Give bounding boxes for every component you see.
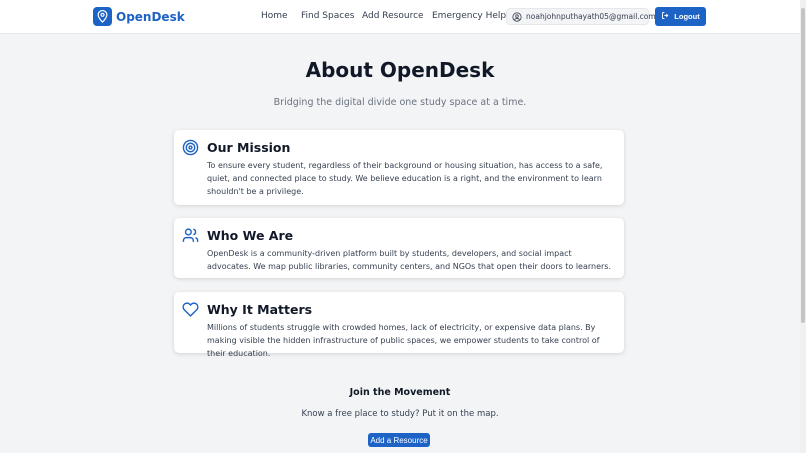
page-scrollbar[interactable] xyxy=(800,0,806,453)
user-email: noahjohnputhayath05@gmail.com xyxy=(526,12,656,21)
who-we-are-card: Who We Are OpenDesk is a community-drive… xyxy=(174,218,624,278)
map-pin-icon xyxy=(93,7,112,26)
card-title: Why It Matters xyxy=(207,302,313,317)
why-it-matters-card: Why It Matters Millions of students stru… xyxy=(174,292,624,358)
card-title: Who We Are xyxy=(207,228,294,243)
nav-link-home[interactable]: Home xyxy=(261,11,288,21)
navbar: OpenDesk Home Find Spaces Add Resource E… xyxy=(0,0,800,34)
nav-link-find-spaces[interactable]: Find Spaces xyxy=(301,11,354,21)
card-body: OpenDesk is a community-driven platform … xyxy=(207,249,612,271)
add-resource-button[interactable]: Add a Resource xyxy=(368,433,430,447)
target-icon xyxy=(182,139,199,156)
brand-name: OpenDesk xyxy=(116,9,185,24)
card-body: Millions of students struggle with crowd… xyxy=(207,323,600,358)
card-title: Our Mission xyxy=(207,140,291,155)
nav-link-add-resource[interactable]: Add Resource xyxy=(362,11,424,21)
logout-label: Logout xyxy=(674,12,700,21)
user-circle-icon xyxy=(512,7,522,26)
page-title: About OpenDesk xyxy=(305,58,495,82)
logout-button[interactable]: Logout xyxy=(655,7,706,26)
brand-logo[interactable]: OpenDesk xyxy=(93,7,185,26)
logout-icon xyxy=(661,11,670,22)
user-account-pill[interactable]: noahjohnputhayath05@gmail.com xyxy=(506,7,656,26)
scroll-thumb[interactable] xyxy=(801,8,805,323)
heart-icon xyxy=(182,301,199,318)
join-title: Join the Movement xyxy=(349,387,451,398)
page-subtitle: Bridging the digital divide one study sp… xyxy=(273,97,527,108)
join-text: Know a free place to study? Put it on th… xyxy=(301,409,499,419)
nav-link-emergency-help[interactable]: Emergency Help xyxy=(432,11,506,21)
mission-card: Our Mission To ensure every student, reg… xyxy=(174,130,624,205)
users-icon xyxy=(182,227,199,244)
card-body: To ensure every student, regardless of t… xyxy=(207,161,603,196)
